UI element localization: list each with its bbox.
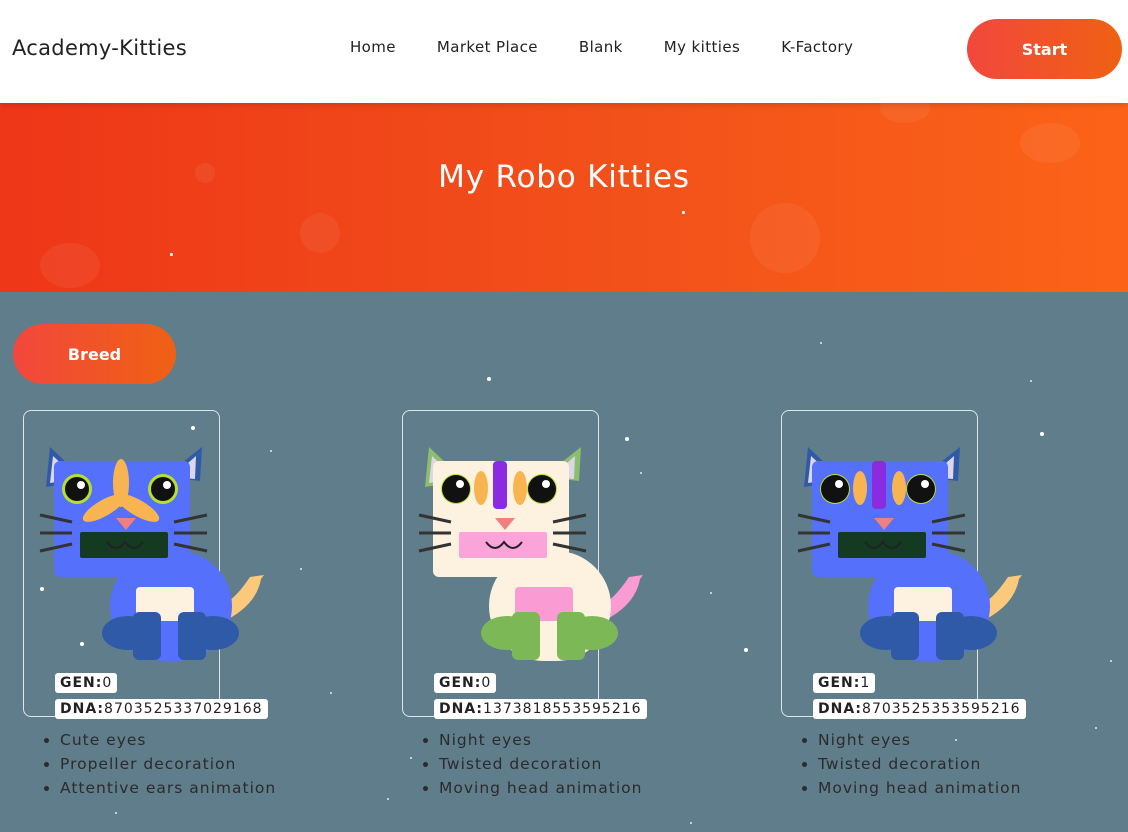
kitty-attribute: Twisted decoration bbox=[439, 752, 642, 776]
kitty-attribute: Attentive ears animation bbox=[60, 776, 276, 800]
star bbox=[820, 342, 822, 344]
nav-link-k-factory[interactable]: K-Factory bbox=[781, 38, 853, 56]
star bbox=[115, 812, 117, 814]
kitty-gen-badge: GEN:1 bbox=[813, 673, 876, 693]
kitty-gen-badge: GEN:0 bbox=[55, 673, 118, 693]
kitty-dna-badge: DNA:1373818553595216 bbox=[434, 699, 647, 719]
nav-link-my-kitties[interactable]: My kitties bbox=[664, 38, 740, 56]
sparkle bbox=[682, 211, 685, 214]
kitty-attribute: Night eyes bbox=[439, 728, 642, 752]
kitty-gen-badge: GEN:0 bbox=[434, 673, 497, 693]
navbar: Academy-Kitties Home Market Place Blank … bbox=[0, 0, 1128, 103]
nav-link-blank[interactable]: Blank bbox=[579, 38, 623, 56]
kitty-card[interactable]: GEN:1 DNA:8703525353595216 bbox=[781, 410, 1026, 719]
star bbox=[744, 648, 748, 652]
hero-bubble bbox=[40, 243, 100, 288]
kitty-attributes-list: Cute eyes Propeller decoration Attentive… bbox=[43, 728, 276, 800]
hero-bubble bbox=[880, 103, 930, 123]
kitty-3-cat-image bbox=[797, 447, 1022, 661]
sparkle bbox=[170, 253, 173, 256]
star bbox=[690, 822, 692, 824]
kitty-attribute: Moving head animation bbox=[818, 776, 1021, 800]
star bbox=[387, 798, 389, 800]
kitty-1-cat-image bbox=[39, 447, 264, 661]
star bbox=[1110, 660, 1112, 662]
kitty-attribute: Cute eyes bbox=[60, 728, 276, 752]
breed-button[interactable]: Breed bbox=[13, 324, 176, 384]
kitty-card[interactable]: GEN:0 DNA:8703525337029168 bbox=[23, 410, 268, 719]
star bbox=[300, 568, 302, 570]
hero-bubble bbox=[750, 203, 820, 273]
star bbox=[330, 692, 332, 694]
kitty-dna-badge: DNA:8703525337029168 bbox=[55, 699, 268, 719]
kitty-attribute: Moving head animation bbox=[439, 776, 642, 800]
nav-link-market-place[interactable]: Market Place bbox=[437, 38, 538, 56]
nav-link-home[interactable]: Home bbox=[350, 38, 396, 56]
star bbox=[1030, 380, 1032, 382]
star bbox=[1095, 727, 1097, 729]
page-title: My Robo Kitties bbox=[438, 159, 690, 195]
star bbox=[410, 757, 412, 759]
start-button[interactable]: Start bbox=[967, 19, 1122, 79]
hero-bubble bbox=[1020, 123, 1080, 163]
kitty-attribute: Propeller decoration bbox=[60, 752, 276, 776]
kitty-attributes-list: Night eyes Twisted decoration Moving hea… bbox=[422, 728, 642, 800]
kitties-gallery: Breed GEN:0 DNA:8703525337029168 • Cute … bbox=[0, 292, 1128, 832]
nav-links: Home Market Place Blank My kitties K-Fac… bbox=[350, 38, 894, 56]
kitty-2-cat-image bbox=[418, 447, 643, 661]
kitty-card[interactable]: GEN:0 DNA:1373818553595216 bbox=[402, 410, 647, 719]
kitty-attributes-list: Night eyes Twisted decoration Moving hea… bbox=[801, 728, 1021, 800]
kitty-dna-badge: DNA:8703525353595216 bbox=[813, 699, 1026, 719]
hero-banner: My Robo Kitties bbox=[0, 103, 1128, 292]
star bbox=[710, 592, 712, 594]
hero-bubble bbox=[300, 213, 340, 253]
star bbox=[487, 377, 491, 381]
brand-logo[interactable]: Academy-Kitties bbox=[12, 36, 187, 60]
kitty-attribute: Twisted decoration bbox=[818, 752, 1021, 776]
kitty-attribute: Night eyes bbox=[818, 728, 1021, 752]
